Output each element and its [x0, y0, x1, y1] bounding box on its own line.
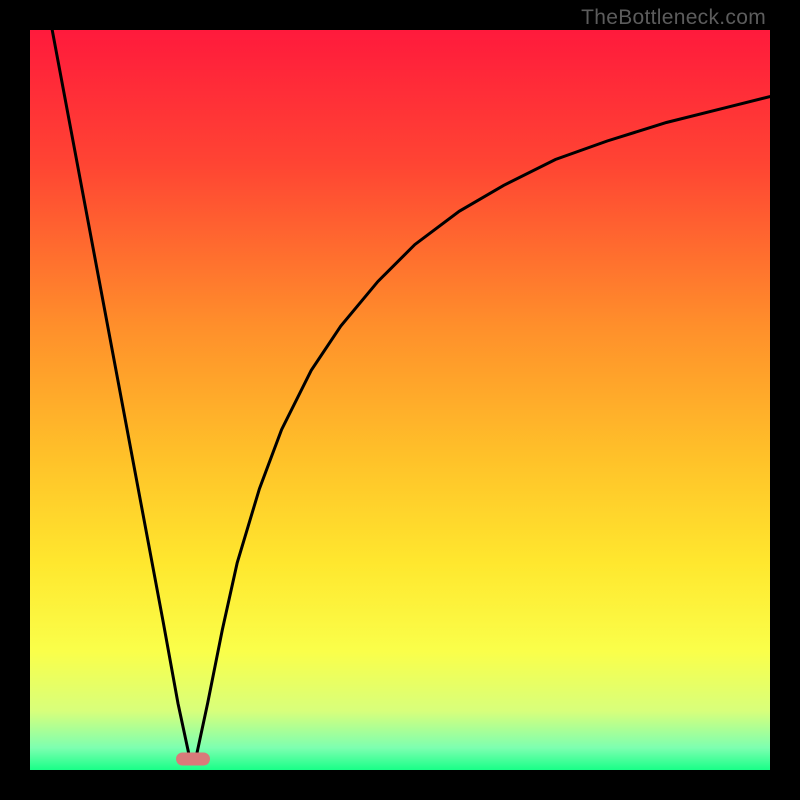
chart-frame: TheBottleneck.com [0, 0, 800, 800]
watermark-text: TheBottleneck.com [581, 6, 766, 30]
curve-left-branch [52, 30, 189, 755]
curve-right-branch [197, 97, 771, 756]
optimum-marker [176, 752, 210, 765]
plot-area [30, 30, 770, 770]
bottleneck-curve [30, 30, 770, 770]
